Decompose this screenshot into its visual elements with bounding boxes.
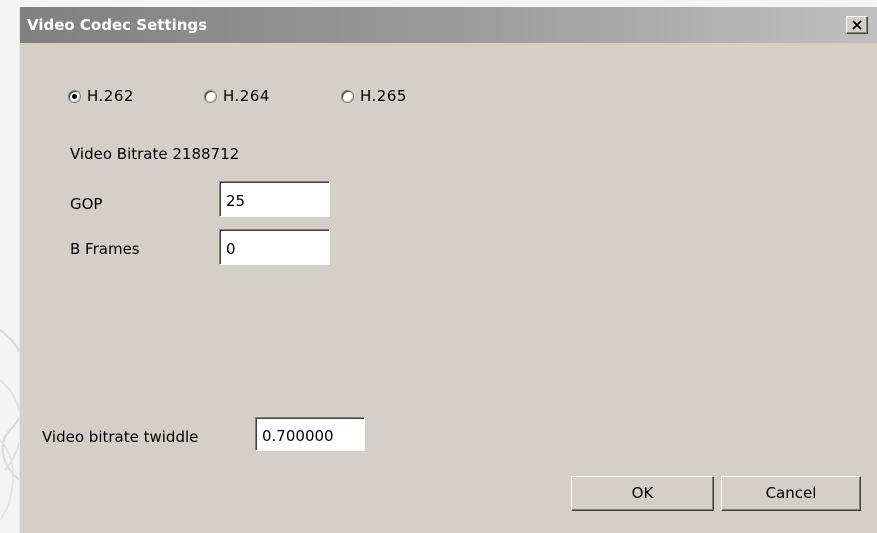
- gop-label: GOP: [70, 195, 103, 213]
- b-frames-input[interactable]: [219, 229, 330, 265]
- twiddle-label: Video bitrate twiddle: [42, 428, 199, 446]
- ok-button[interactable]: OK: [571, 476, 714, 511]
- close-button[interactable]: [846, 16, 868, 34]
- radio-button-icon[interactable]: [204, 89, 217, 103]
- gop-input[interactable]: [219, 181, 330, 217]
- radio-button-icon[interactable]: [341, 89, 354, 103]
- radio-label: H.264: [223, 87, 270, 105]
- b-frames-label: B Frames: [70, 240, 140, 258]
- dialog-title: Video Codec Settings: [27, 16, 208, 34]
- cancel-button[interactable]: Cancel: [721, 476, 861, 511]
- radio-h265[interactable]: H.265: [341, 86, 407, 106]
- radio-h262[interactable]: H.262: [68, 86, 134, 106]
- radio-label: H.262: [87, 87, 134, 105]
- radio-label: H.265: [360, 87, 407, 105]
- radio-h264[interactable]: H.264: [204, 86, 270, 106]
- video-codec-settings-dialog: Video Codec Settings H.262 H.264 H.265 V…: [19, 7, 877, 533]
- close-icon: [852, 20, 862, 30]
- twiddle-input[interactable]: [255, 417, 365, 451]
- radio-button-icon[interactable]: [68, 89, 81, 103]
- title-bar[interactable]: Video Codec Settings: [20, 7, 877, 43]
- video-bitrate-label: Video Bitrate 2188712: [70, 145, 240, 163]
